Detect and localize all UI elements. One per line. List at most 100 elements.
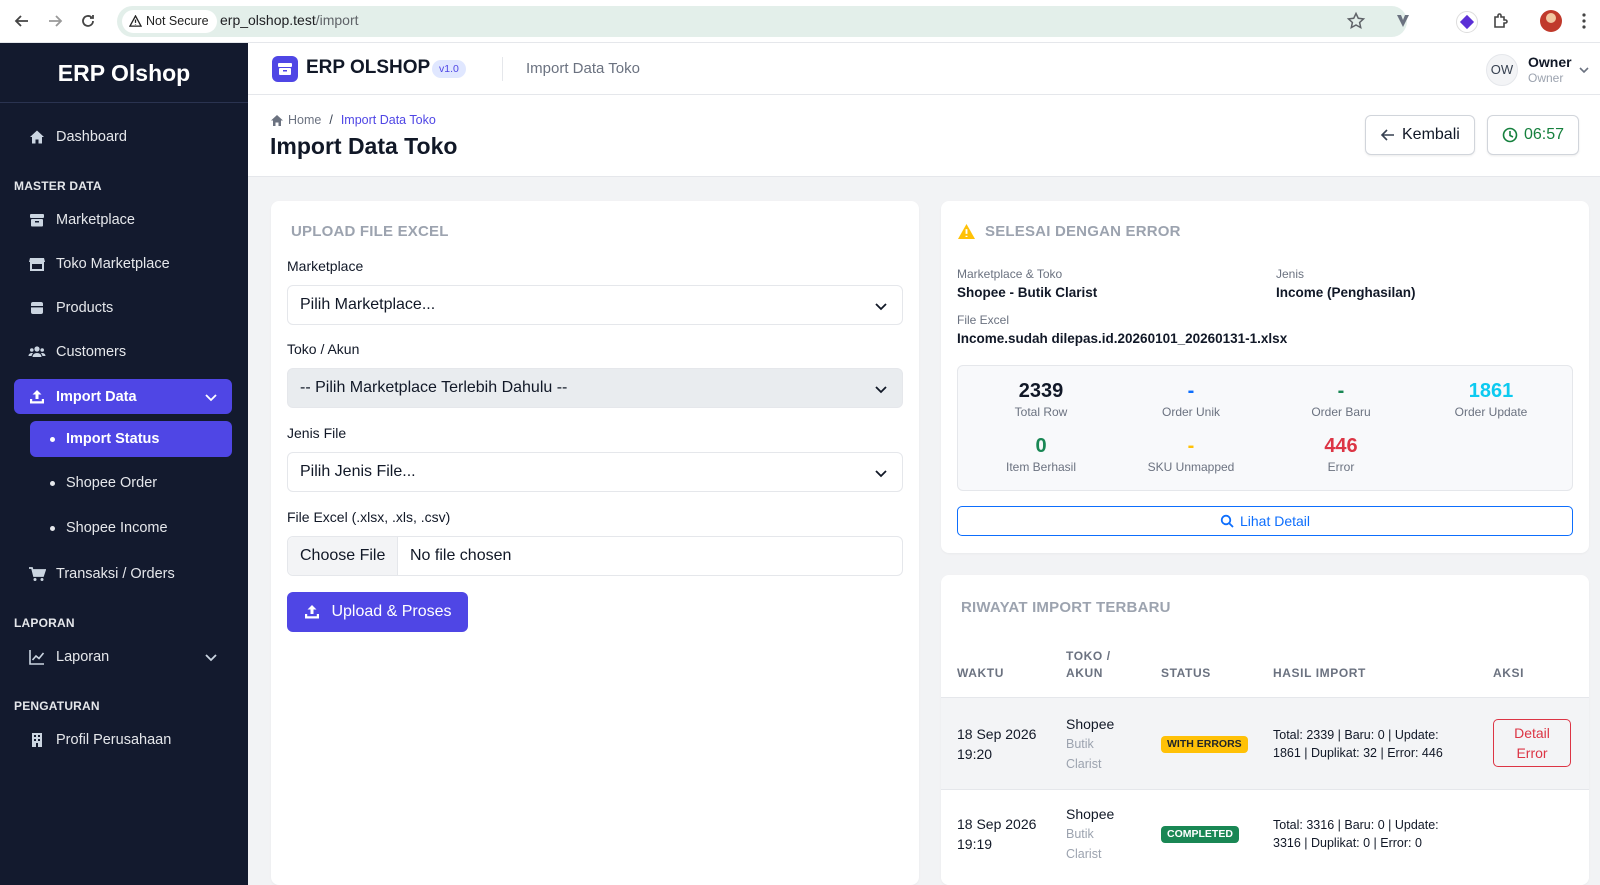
marketplace-toko-label: Marketplace & Toko (957, 267, 1063, 281)
sidebar-item-label: Toko Marketplace (56, 256, 170, 272)
sidebar-subitem-shopee-order[interactable]: Shopee Order (30, 465, 232, 501)
sidebar-item-label: Import Data (56, 388, 137, 405)
user-avatar[interactable]: OW (1486, 54, 1518, 86)
row-date: 18 Sep 2026 (957, 726, 1037, 742)
sidebar-item-profil-perusahaan[interactable]: Profil Perusahaan (14, 722, 232, 758)
row-hasil-line: Total: 2339 | Baru: 0 | Update: (1273, 728, 1439, 742)
url-text[interactable]: erp_olshop.test/import (220, 12, 359, 28)
home-icon (271, 114, 283, 126)
toko-label: Toko / Akun (287, 341, 360, 357)
detail-error-button[interactable]: Detail Error (1493, 719, 1571, 767)
result-card-title: SELESAI DENGAN ERROR (985, 223, 1181, 240)
user-name[interactable]: Owner (1528, 54, 1572, 70)
warning-icon (958, 223, 975, 240)
result-card: SELESAI DENGAN ERROR Marketplace & Toko … (941, 201, 1589, 553)
forward-arrow-icon[interactable] (45, 11, 65, 31)
chevron-down-icon (875, 386, 887, 394)
stat-order-update: 1861 Order Update (1416, 380, 1566, 419)
stat-error: 446 Error (1266, 435, 1416, 474)
version-badge: v1.0 (432, 60, 466, 78)
sidebar-item-label: Transaksi / Orders (56, 566, 175, 582)
sidebar-item-marketplace[interactable]: Marketplace (14, 202, 232, 238)
page-header: Home / Import Data Toko Import Data Toko… (248, 95, 1600, 177)
sidebar-item-import-data[interactable]: Import Data (14, 379, 232, 414)
stat-value: 0 (1035, 435, 1047, 457)
back-arrow-icon[interactable] (12, 11, 32, 31)
view-detail-label: Lihat Detail (1239, 513, 1311, 529)
bookmark-star-icon[interactable] (1346, 11, 1366, 31)
table-row: 18 Sep 2026 19:19 Shopee Butik Clarist C… (941, 789, 1589, 885)
stat-label: Order Update (1454, 405, 1528, 419)
sidebar-item-label: Profil Perusahaan (56, 732, 172, 748)
breadcrumb: Home / Import Data Toko (270, 113, 436, 127)
back-button-label: Kembali (1402, 126, 1460, 143)
sidebar-subitem-import-status[interactable]: Import Status (30, 421, 232, 457)
chevron-down-icon (875, 470, 887, 478)
row-hasil-line: 1861 | Duplikat: 32 | Error: 446 (1273, 746, 1443, 760)
status-badge: WITH ERRORS (1161, 736, 1248, 753)
choose-file-button[interactable]: Choose File (288, 537, 399, 575)
view-detail-button[interactable]: Lihat Detail (957, 506, 1573, 536)
col-status: STATUS (1161, 666, 1211, 680)
col-waktu: WAKTU (957, 666, 1004, 680)
detail-error-label: Error (1516, 745, 1548, 761)
archive-icon (30, 214, 44, 227)
page-title: Import Data Toko (270, 133, 458, 159)
detail-error-label: Detail (1514, 725, 1550, 741)
row-waktu: 18 Sep 2026 19:19 (957, 814, 1036, 854)
chevron-down-icon[interactable] (1578, 64, 1590, 76)
stat-label: Order Unik (1161, 405, 1220, 419)
sidebar-subitem-shopee-income[interactable]: Shopee Income (30, 510, 232, 546)
breadcrumb-home[interactable]: Home (288, 113, 321, 127)
arrow-left-icon (1380, 129, 1394, 141)
stat-label: Order Baru (1311, 405, 1371, 419)
upload-card-title: UPLOAD FILE EXCEL (291, 223, 449, 240)
profile-avatar-icon[interactable] (1540, 10, 1562, 32)
security-chip[interactable]: Not Secure (122, 10, 217, 33)
row-toko-name: Butik (1066, 737, 1094, 751)
warning-icon (129, 15, 142, 27)
file-input[interactable]: Choose File No file chosen (287, 536, 903, 576)
topbar: ERP OLSHOP v1.0 Import Data Toko OW Owne… (248, 43, 1600, 95)
marketplace-select[interactable]: Pilih Marketplace... (287, 285, 903, 325)
upload-card: UPLOAD FILE EXCEL Marketplace Pilih Mark… (271, 201, 919, 885)
stat-label: Error (1327, 460, 1355, 474)
file-excel-value: Income.sudah dilepas.id.20260101_2026013… (957, 331, 1288, 346)
line-chart-icon (29, 650, 45, 665)
back-button[interactable]: Kembali (1365, 115, 1475, 155)
sidebar-brand[interactable]: ERP Olshop (0, 43, 248, 103)
row-waktu: 18 Sep 2026 19:20 (957, 724, 1036, 764)
store-icon (29, 258, 45, 271)
home-icon (30, 130, 44, 144)
sidebar-item-transaksi[interactable]: Transaksi / Orders (14, 556, 232, 592)
sidebar-item-dashboard[interactable]: Dashboard (14, 119, 232, 155)
row-toko-name: Clarist (1066, 847, 1102, 861)
jenis-file-select[interactable]: Pilih Jenis File... (287, 452, 903, 492)
col-toko-line1: TOKO / (1066, 649, 1111, 663)
marketplace-select-value: Pilih Marketplace... (300, 296, 436, 313)
toko-select[interactable]: -- Pilih Marketplace Terlebih Dahulu -- (287, 368, 903, 408)
sidebar-item-toko-marketplace[interactable]: Toko Marketplace (14, 246, 232, 282)
row-hasil-line: Total: 3316 | Baru: 0 | Update: (1273, 818, 1439, 832)
stat-value: 1861 (1468, 380, 1514, 402)
file-excel-label: File Excel (957, 313, 1010, 327)
sidebar-item-products[interactable]: Products (14, 290, 232, 326)
sidebar-item-customers[interactable]: Customers (14, 334, 232, 370)
row-toko: Shopee Butik Clarist (1066, 714, 1114, 774)
extensions-puzzle-icon[interactable] (1491, 11, 1511, 31)
box-icon (31, 302, 43, 314)
sidebar-item-laporan[interactable]: Laporan (14, 639, 232, 675)
stat-item-berhasil: 0 Item Berhasil (966, 435, 1116, 474)
reload-icon[interactable] (78, 11, 98, 31)
extension-v-icon[interactable] (1393, 11, 1413, 31)
sidebar-item-label: Products (56, 300, 114, 316)
upload-icon (30, 389, 44, 403)
users-icon (28, 346, 46, 357)
stat-value: - (1187, 380, 1195, 402)
app-logo-icon[interactable] (272, 56, 298, 82)
upload-process-button[interactable]: Upload & Proses (287, 592, 468, 632)
app-name[interactable]: ERP OLSHOP (306, 57, 430, 79)
more-vertical-icon[interactable] (1574, 11, 1594, 31)
sidebar-section-laporan: LAPORAN (14, 616, 75, 630)
extension-diamond-icon[interactable] (1456, 11, 1478, 33)
